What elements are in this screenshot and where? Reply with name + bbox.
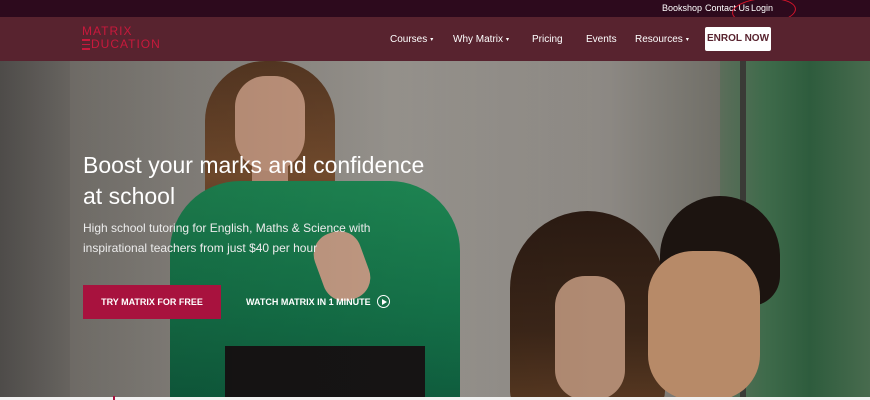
matrix-education-logo[interactable]: MATRIX DUCATION (82, 25, 161, 51)
chevron-down-icon: ▾ (685, 37, 689, 43)
chevron-down-icon: ▾ (506, 37, 510, 43)
bookshop-link[interactable]: Bookshop (662, 3, 702, 14)
logo-line-2: DUCATION (82, 38, 161, 51)
nav-pricing[interactable]: Pricing (532, 34, 563, 46)
nav-resources[interactable]: Resources ▾ (635, 34, 689, 46)
try-matrix-free-button[interactable]: TRY MATRIX FOR FREE (83, 285, 221, 319)
student-male-face (648, 251, 760, 400)
logo-line-2-text: DUCATION (91, 37, 161, 51)
logo-e-glyph (82, 38, 90, 50)
nav-events[interactable]: Events (586, 34, 617, 46)
nav-courses-label: Courses (390, 34, 428, 45)
chevron-down-icon: ▾ (430, 37, 434, 43)
nav-courses[interactable]: Courses ▾ (390, 34, 433, 46)
hero-subtext: High school tutoring for English, Maths … (83, 221, 371, 255)
nav-why-matrix[interactable]: Why Matrix ▾ (453, 34, 509, 46)
watch-video-label: WATCH MATRIX IN 1 MINUTE (246, 297, 371, 307)
play-circle-icon (376, 295, 390, 309)
hero-headline: Boost your marks and confidence at schoo… (83, 152, 425, 209)
watch-video-button[interactable]: WATCH MATRIX IN 1 MINUTE (246, 292, 390, 312)
bottom-accent-mark (113, 396, 115, 400)
enrol-now-button[interactable]: ENROL NOW (705, 27, 771, 51)
nav-why-matrix-label: Why Matrix (453, 34, 503, 45)
nav-resources-label: Resources (635, 34, 683, 45)
